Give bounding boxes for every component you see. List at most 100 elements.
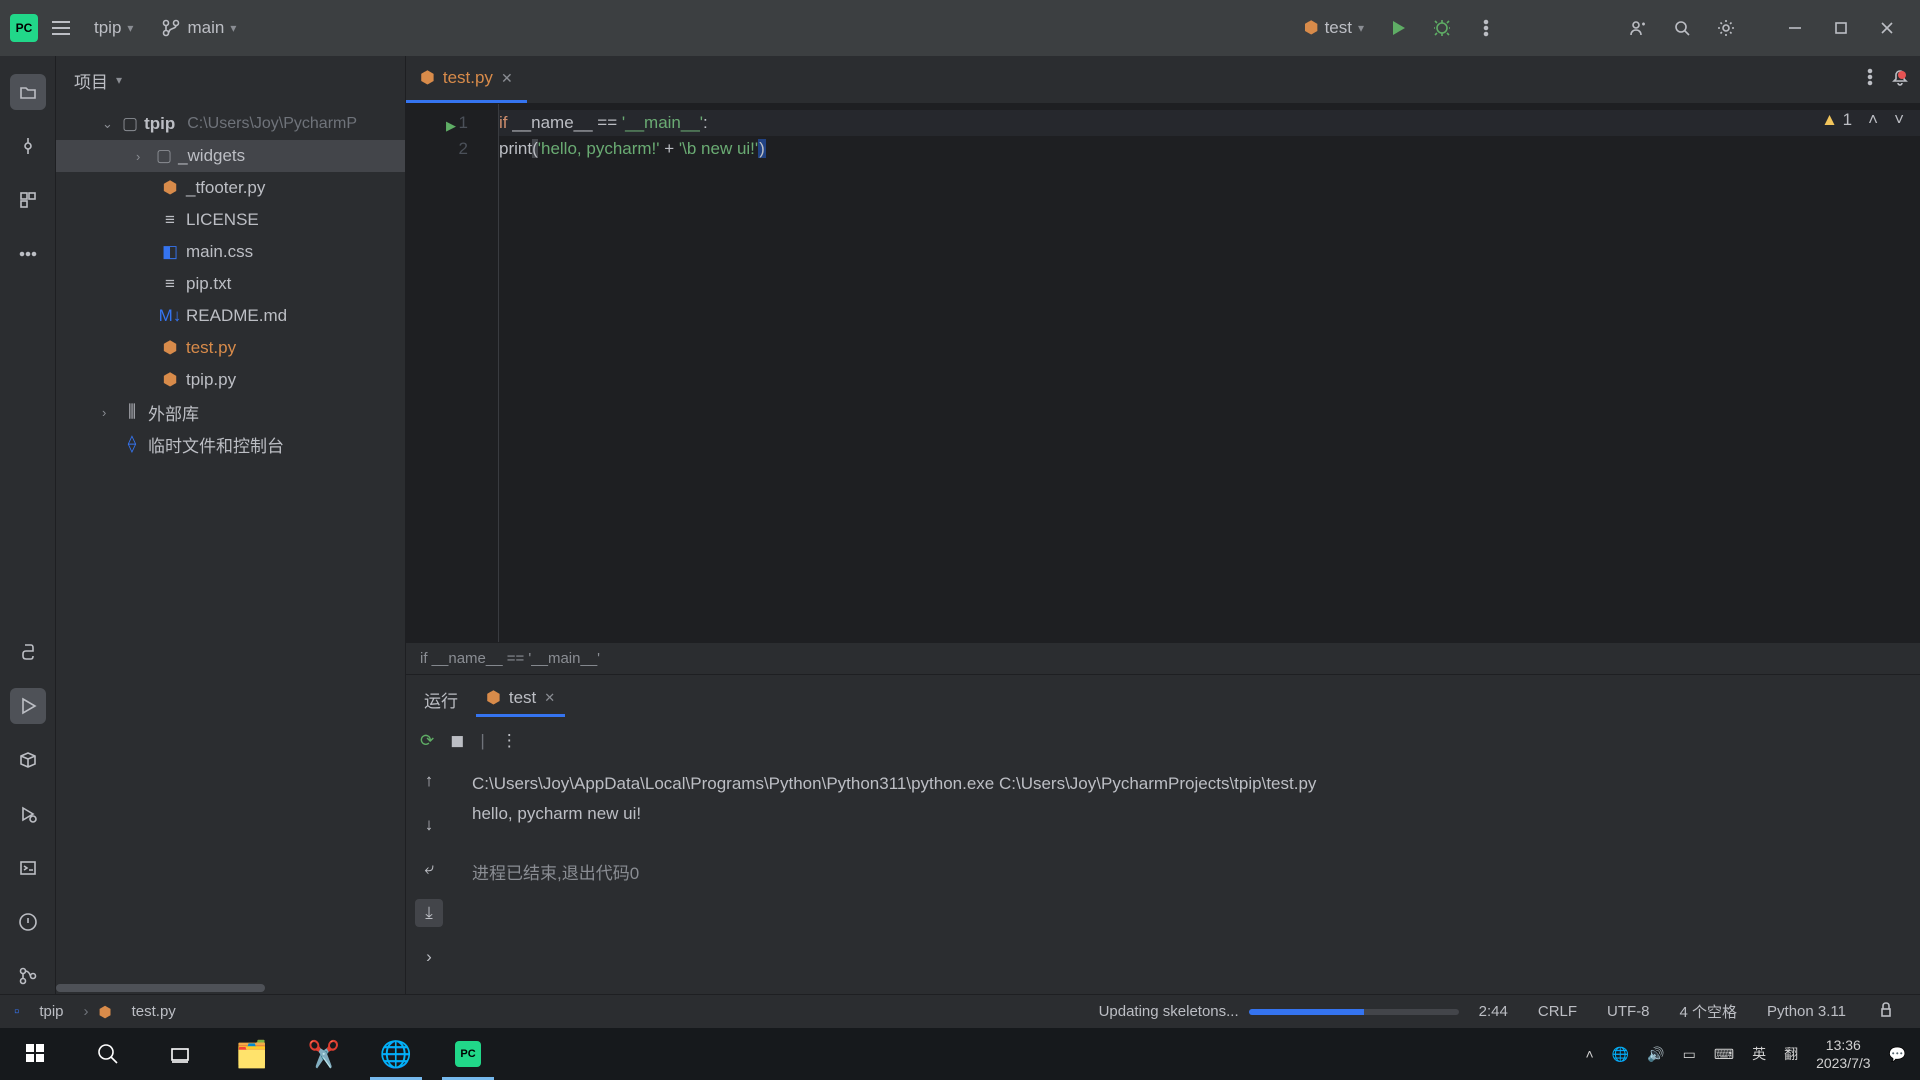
debug-button[interactable] [1424,10,1460,46]
status-bar: ▫ tpip › ⬢ test.py Updating skeletons...… [0,994,1920,1028]
run-panel-tab[interactable]: ⬢ test ✕ [476,682,565,717]
commit-tool-button[interactable] [10,128,46,164]
tree-file[interactable]: ≡LICENSE [56,204,405,236]
editor-area: ⬢ test.py ✕ ▶ 1 2 if __name__ == '__main [406,56,1920,994]
search-button[interactable] [72,1028,144,1080]
progress-bar[interactable] [1249,1009,1459,1015]
prev-highlight-button[interactable]: ˄ [1868,110,1878,130]
rerun-button[interactable]: ⟳ [420,731,434,751]
interpreter[interactable]: Python 3.11 [1757,1003,1856,1020]
minimize-window-button[interactable] [1772,10,1818,46]
battery-icon[interactable]: ▭ [1683,1046,1696,1063]
tray-overflow-button[interactable]: ˄ [1586,1046,1594,1062]
tree-file[interactable]: ◧main.css [56,236,405,268]
snipping-tool-button[interactable]: ✂️ [288,1028,360,1080]
console-line: C:\Users\Joy\AppData\Local\Programs\Pyth… [472,769,1900,799]
project-panel-header[interactable]: 项目 ▾ [56,56,405,104]
tree-file[interactable]: M↓README.md [56,300,405,332]
code-token: if [499,113,508,132]
vcs-tool-button[interactable] [10,958,46,994]
tree-file[interactable]: ≡pip.txt [56,268,405,300]
terminal-tool-button[interactable] [10,850,46,886]
background-task-label[interactable]: Updating skeletons... [1099,1003,1239,1020]
pycharm-taskbar-button[interactable]: PC [432,1028,504,1080]
line-separator[interactable]: CRLF [1528,1003,1587,1020]
run-button[interactable] [1380,10,1416,46]
code-with-me-button[interactable] [1620,10,1656,46]
structure-tool-button[interactable] [10,182,46,218]
task-view-button[interactable] [144,1028,216,1080]
close-tab-button[interactable]: ✕ [501,70,513,87]
services-tool-button[interactable] [10,796,46,832]
ime-mode[interactable]: 翻 [1784,1044,1798,1064]
tab-actions-button[interactable] [1860,67,1880,92]
console-output[interactable]: C:\Users\Joy\AppData\Local\Programs\Pyth… [452,759,1920,994]
run-more-button[interactable]: ⋮ [501,731,518,751]
editor-breadcrumb[interactable]: if __name__ == '__main__' [406,642,1920,674]
tree-file[interactable]: ⬢tpip.py [56,364,405,396]
h-scrollbar[interactable] [56,982,405,994]
windows-taskbar: 🗂️ ✂️ 🌐 PC ˄ 🌐 🔊 ▭ ⌨ 英 翻 13:36 2023/7/3 … [0,1028,1920,1080]
pycharm-logo-icon: PC [10,14,38,42]
readonly-toggle[interactable] [1866,1000,1906,1024]
tree-file[interactable]: ⬢test.py [56,332,405,364]
python-console-tool-button[interactable] [10,634,46,670]
action-center-button[interactable]: 💬 [1889,1046,1906,1063]
cursor-position[interactable]: 2:44 [1469,1003,1518,1020]
volume-icon[interactable]: 🔊 [1647,1046,1664,1063]
run-tool-button[interactable] [10,688,46,724]
keyboard-icon[interactable]: ⌨ [1714,1046,1734,1063]
status-crumb[interactable]: tpip [29,1003,73,1020]
stop-button[interactable]: ◼ [450,731,464,751]
maximize-window-button[interactable] [1818,10,1864,46]
more-tool-button[interactable] [10,236,46,272]
file-encoding[interactable]: UTF-8 [1597,1003,1660,1020]
scroll-to-end-button[interactable]: ⤓ [415,899,443,927]
edge-browser-button[interactable]: 🌐 [360,1028,432,1080]
tree-external-libs[interactable]: › ⫼ 外部库 [56,396,405,428]
expand-button[interactable]: › [415,943,443,971]
tree-label: 临时文件和控制台 [148,432,284,457]
more-actions-button[interactable] [1468,10,1504,46]
indent-setting[interactable]: 4 个空格 [1670,1001,1748,1022]
settings-button[interactable] [1708,10,1744,46]
breadcrumb-text: if __name__ == '__main__' [420,650,600,667]
run-config-selector[interactable]: ⬢ test ▾ [1296,14,1372,42]
notifications-button[interactable] [1890,67,1910,92]
inspections-widget[interactable]: ▲ 1 ˄ ˅ [1821,110,1904,130]
tree-file[interactable]: ⬢_tfooter.py [56,172,405,204]
chevron-right-icon: › [136,149,150,164]
search-everywhere-button[interactable] [1664,10,1700,46]
tree-folder[interactable]: › ▢ _widgets [56,140,405,172]
branch-selector[interactable]: main ▾ [151,14,246,42]
scroll-up-button[interactable]: ↑ [415,767,443,795]
tree-root[interactable]: ⌄ ▢ tpip C:\Users\Joy\PycharmP [56,108,405,140]
status-crumb[interactable]: test.py [122,1003,186,1020]
problems-tool-button[interactable] [10,904,46,940]
close-window-button[interactable] [1864,10,1910,46]
editor-tab[interactable]: ⬢ test.py ✕ [406,56,527,103]
main-menu-button[interactable] [46,13,76,43]
markdown-icon: M↓ [160,306,180,326]
close-tab-button[interactable]: ✕ [544,690,555,706]
left-tool-strip [0,56,56,994]
file-explorer-button[interactable]: 🗂️ [216,1028,288,1080]
code-token: '\b new ui!' [679,139,758,158]
tree-scratches[interactable]: ⟠ 临时文件和控制台 [56,428,405,460]
soft-wrap-button[interactable]: ⤶ [415,855,443,883]
code-token: print [499,139,532,158]
start-button[interactable] [0,1028,72,1080]
network-icon[interactable]: 🌐 [1612,1046,1629,1063]
project-panel-title: 项目 [74,68,108,93]
ime-indicator[interactable]: 英 [1752,1044,1766,1064]
scroll-down-button[interactable]: ↓ [415,811,443,839]
project-selector[interactable]: tpip ▾ [84,14,143,42]
packages-tool-button[interactable] [10,742,46,778]
code-editor[interactable]: ▶ 1 2 if __name__ == '__main__': print('… [406,104,1920,642]
next-highlight-button[interactable]: ˅ [1894,110,1904,130]
code-content[interactable]: if __name__ == '__main__': print('hello,… [498,104,1920,642]
project-tool-button[interactable] [10,74,46,110]
gutter-run-icon[interactable]: ▶ [446,113,456,139]
clock[interactable]: 13:36 2023/7/3 [1816,1036,1871,1072]
run-config-name: test [1325,18,1352,38]
